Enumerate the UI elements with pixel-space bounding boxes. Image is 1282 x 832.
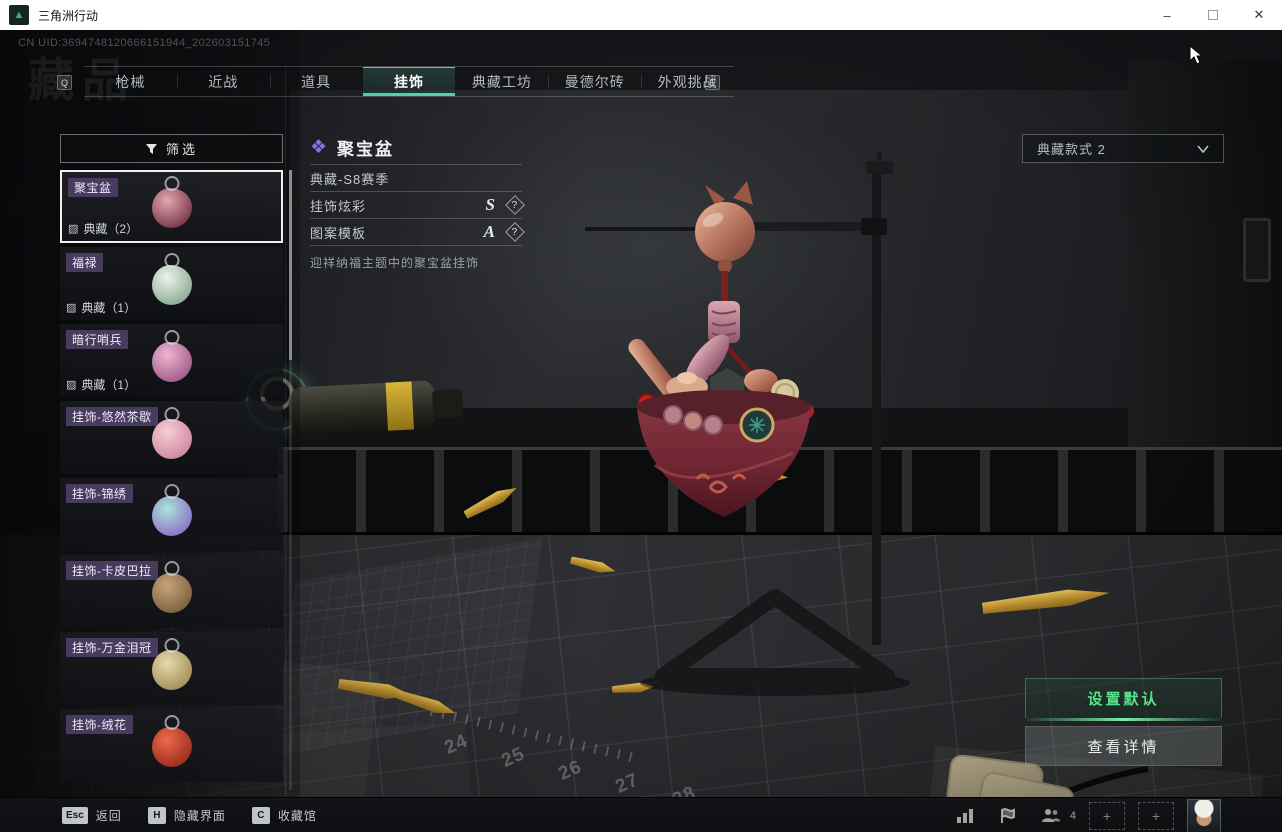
pattern-icon: ▨ (66, 302, 77, 314)
style-dropdown-value: 典藏款式 2 (1037, 142, 1106, 157)
charm-thumbnail (151, 649, 192, 690)
charm-thumbnail (151, 264, 192, 305)
season-row: 典藏-S8赛季 (310, 164, 522, 191)
grade-value: S (485, 195, 496, 214)
charm-name-tag: 挂饰-锦绣 (66, 484, 133, 503)
app-logo-icon: ▲ (9, 5, 29, 25)
help-icon[interactable]: ? (505, 222, 525, 242)
charm-list-item[interactable]: 福禄 ▨ 典藏（1） (60, 247, 283, 320)
empty-team-slot[interactable]: + (1138, 801, 1174, 830)
charm-name-tag: 挂饰-悠然茶歇 (66, 407, 158, 426)
rarity-diamond-icon: ❖ (310, 136, 328, 158)
item-title: 聚宝盆 (337, 139, 395, 159)
charm-name-tag: 挂饰-绒花 (66, 715, 133, 734)
tab-近战[interactable]: 近战 (176, 67, 270, 96)
people-icon (1041, 809, 1060, 822)
tab-曼德尔砖[interactable]: 曼德尔砖 (548, 67, 641, 96)
maximize-button[interactable] (1190, 0, 1236, 30)
grade-value: A (483, 222, 496, 241)
collection-badge: ▨ 典藏（1） (66, 378, 137, 392)
filter-icon (145, 143, 157, 154)
shortcut-H[interactable]: H 隐藏界面 (147, 806, 226, 824)
charm-3d-render (585, 151, 910, 696)
tab-道具[interactable]: 道具 (269, 67, 363, 96)
filter-button[interactable]: 筛选 (60, 134, 283, 163)
charm-list-item[interactable]: 聚宝盆 ▨ 典藏（2） (60, 170, 283, 243)
charm-thumbnail (151, 572, 192, 613)
minimize-button[interactable]: – (1144, 0, 1190, 30)
filter-label: 筛选 (165, 142, 198, 157)
list-scrollbar[interactable] (289, 170, 292, 790)
shortcut-Esc[interactable]: Esc 返回 (62, 806, 122, 824)
item-description: 迎祥纳福主题中的聚宝盆挂饰 (310, 245, 522, 271)
detail-row: 图案模板 A? (310, 218, 525, 245)
charm-thumbnail (151, 726, 192, 767)
window-titlebar: ▲ 三角洲行动 – ✕ (0, 0, 1282, 30)
app-window: ▲ 三角洲行动 – ✕ 24 25 26 27 CN UID:369474812… (0, 0, 1282, 832)
charm-list-item[interactable]: 挂饰-悠然茶歇▨ (60, 401, 283, 474)
tab-挂饰[interactable]: 挂饰 (362, 67, 456, 96)
charm-list: 聚宝盆▨典藏（2）福禄▨典藏（1）暗行哨兵▨典藏（1）挂饰-悠然茶歇▨挂饰-锦绣… (60, 170, 283, 794)
charm-name-tag: 暗行哨兵 (66, 330, 129, 349)
game-viewport: 242526272829 (0, 30, 1282, 832)
charm-name-tag: 福禄 (66, 253, 104, 272)
charm-thumbnail (151, 187, 192, 228)
key-badge: Esc (62, 806, 88, 824)
bar-chart-icon (956, 808, 973, 823)
view-details-button[interactable]: 查看详情 (1025, 726, 1222, 766)
collection-badge: ▨ 典藏（1） (66, 301, 137, 315)
team-count: 4 (1069, 809, 1076, 822)
charm-name-tag: 聚宝盆 (68, 178, 118, 197)
tab-典藏工坊[interactable]: 典藏工坊 (455, 67, 548, 96)
account-uid: CN UID:3694748120666151944_202603151745 (18, 37, 271, 49)
charm-list-item[interactable]: 挂饰-万金泪冠▨ (60, 632, 283, 705)
charm-thumbnail (151, 341, 192, 382)
charm-list-item[interactable]: 暗行哨兵 ▨ 典藏（1） (60, 324, 283, 397)
social-button[interactable] (1036, 803, 1066, 829)
report-button[interactable] (993, 803, 1023, 829)
style-dropdown[interactable]: 典藏款式 2 (1022, 134, 1224, 163)
window-title: 三角洲行动 (38, 8, 99, 23)
key-badge: H (147, 806, 166, 824)
charm-list-item[interactable]: 挂饰-绒花▨ (60, 709, 283, 782)
maximize-icon (1208, 10, 1218, 20)
tab-枪械[interactable]: 枪械 (84, 67, 177, 96)
help-icon[interactable]: ? (505, 195, 525, 215)
shortcut-group: Esc 返回 H 隐藏界面 C 收藏馆 (0, 806, 317, 824)
collection-badge: ▨ 典藏（2） (68, 222, 139, 236)
pattern-icon: ▨ (66, 379, 77, 391)
tab-next-key-hint: E (705, 75, 720, 90)
charm-list-item[interactable]: 挂饰-卡皮巴拉▨ (60, 555, 283, 628)
pattern-icon: ▨ (68, 223, 79, 235)
tab-prev-key-hint: Q (57, 75, 72, 90)
key-badge: C (251, 806, 270, 824)
charm-list-item[interactable]: 挂饰-锦绣▨ (60, 478, 283, 551)
mouse-cursor (1189, 45, 1204, 65)
charm-thumbnail (151, 495, 192, 536)
charm-thumbnail (151, 418, 192, 459)
flag-icon (1001, 807, 1016, 823)
empty-team-slot[interactable]: + (1089, 801, 1125, 830)
stats-button[interactable] (950, 803, 980, 829)
shortcut-C[interactable]: C 收藏馆 (251, 806, 317, 824)
item-detail-panel: ❖ 聚宝盆 典藏-S8赛季 挂饰炫彩 S? 图案模板 A? 迎祥纳福主题中的聚宝盆挂饰 (310, 130, 525, 271)
season-label: 典藏-S8赛季 (310, 171, 390, 187)
chevron-down-icon (1197, 144, 1209, 153)
charm-name-tag: 挂饰-卡皮巴拉 (66, 561, 158, 580)
detail-rows: 挂饰炫彩 S? 图案模板 A? (310, 191, 525, 245)
detail-row: 挂饰炫彩 S? (310, 191, 525, 218)
bottom-bar: Esc 返回 H 隐藏界面 C 收藏馆 4 + + (0, 797, 1282, 832)
tab-外观挑战[interactable]: 外观挑战 (641, 67, 734, 96)
player-avatar[interactable] (1187, 798, 1221, 832)
crate-latch-decoration (1243, 218, 1271, 282)
top-tabs: 枪械 近战 道具 挂饰 典藏工坊 曼德尔砖 外观挑战 (84, 66, 734, 97)
set-default-button[interactable]: 设置默认 (1025, 678, 1222, 721)
close-button[interactable]: ✕ (1236, 0, 1282, 30)
charm-name-tag: 挂饰-万金泪冠 (66, 638, 158, 657)
